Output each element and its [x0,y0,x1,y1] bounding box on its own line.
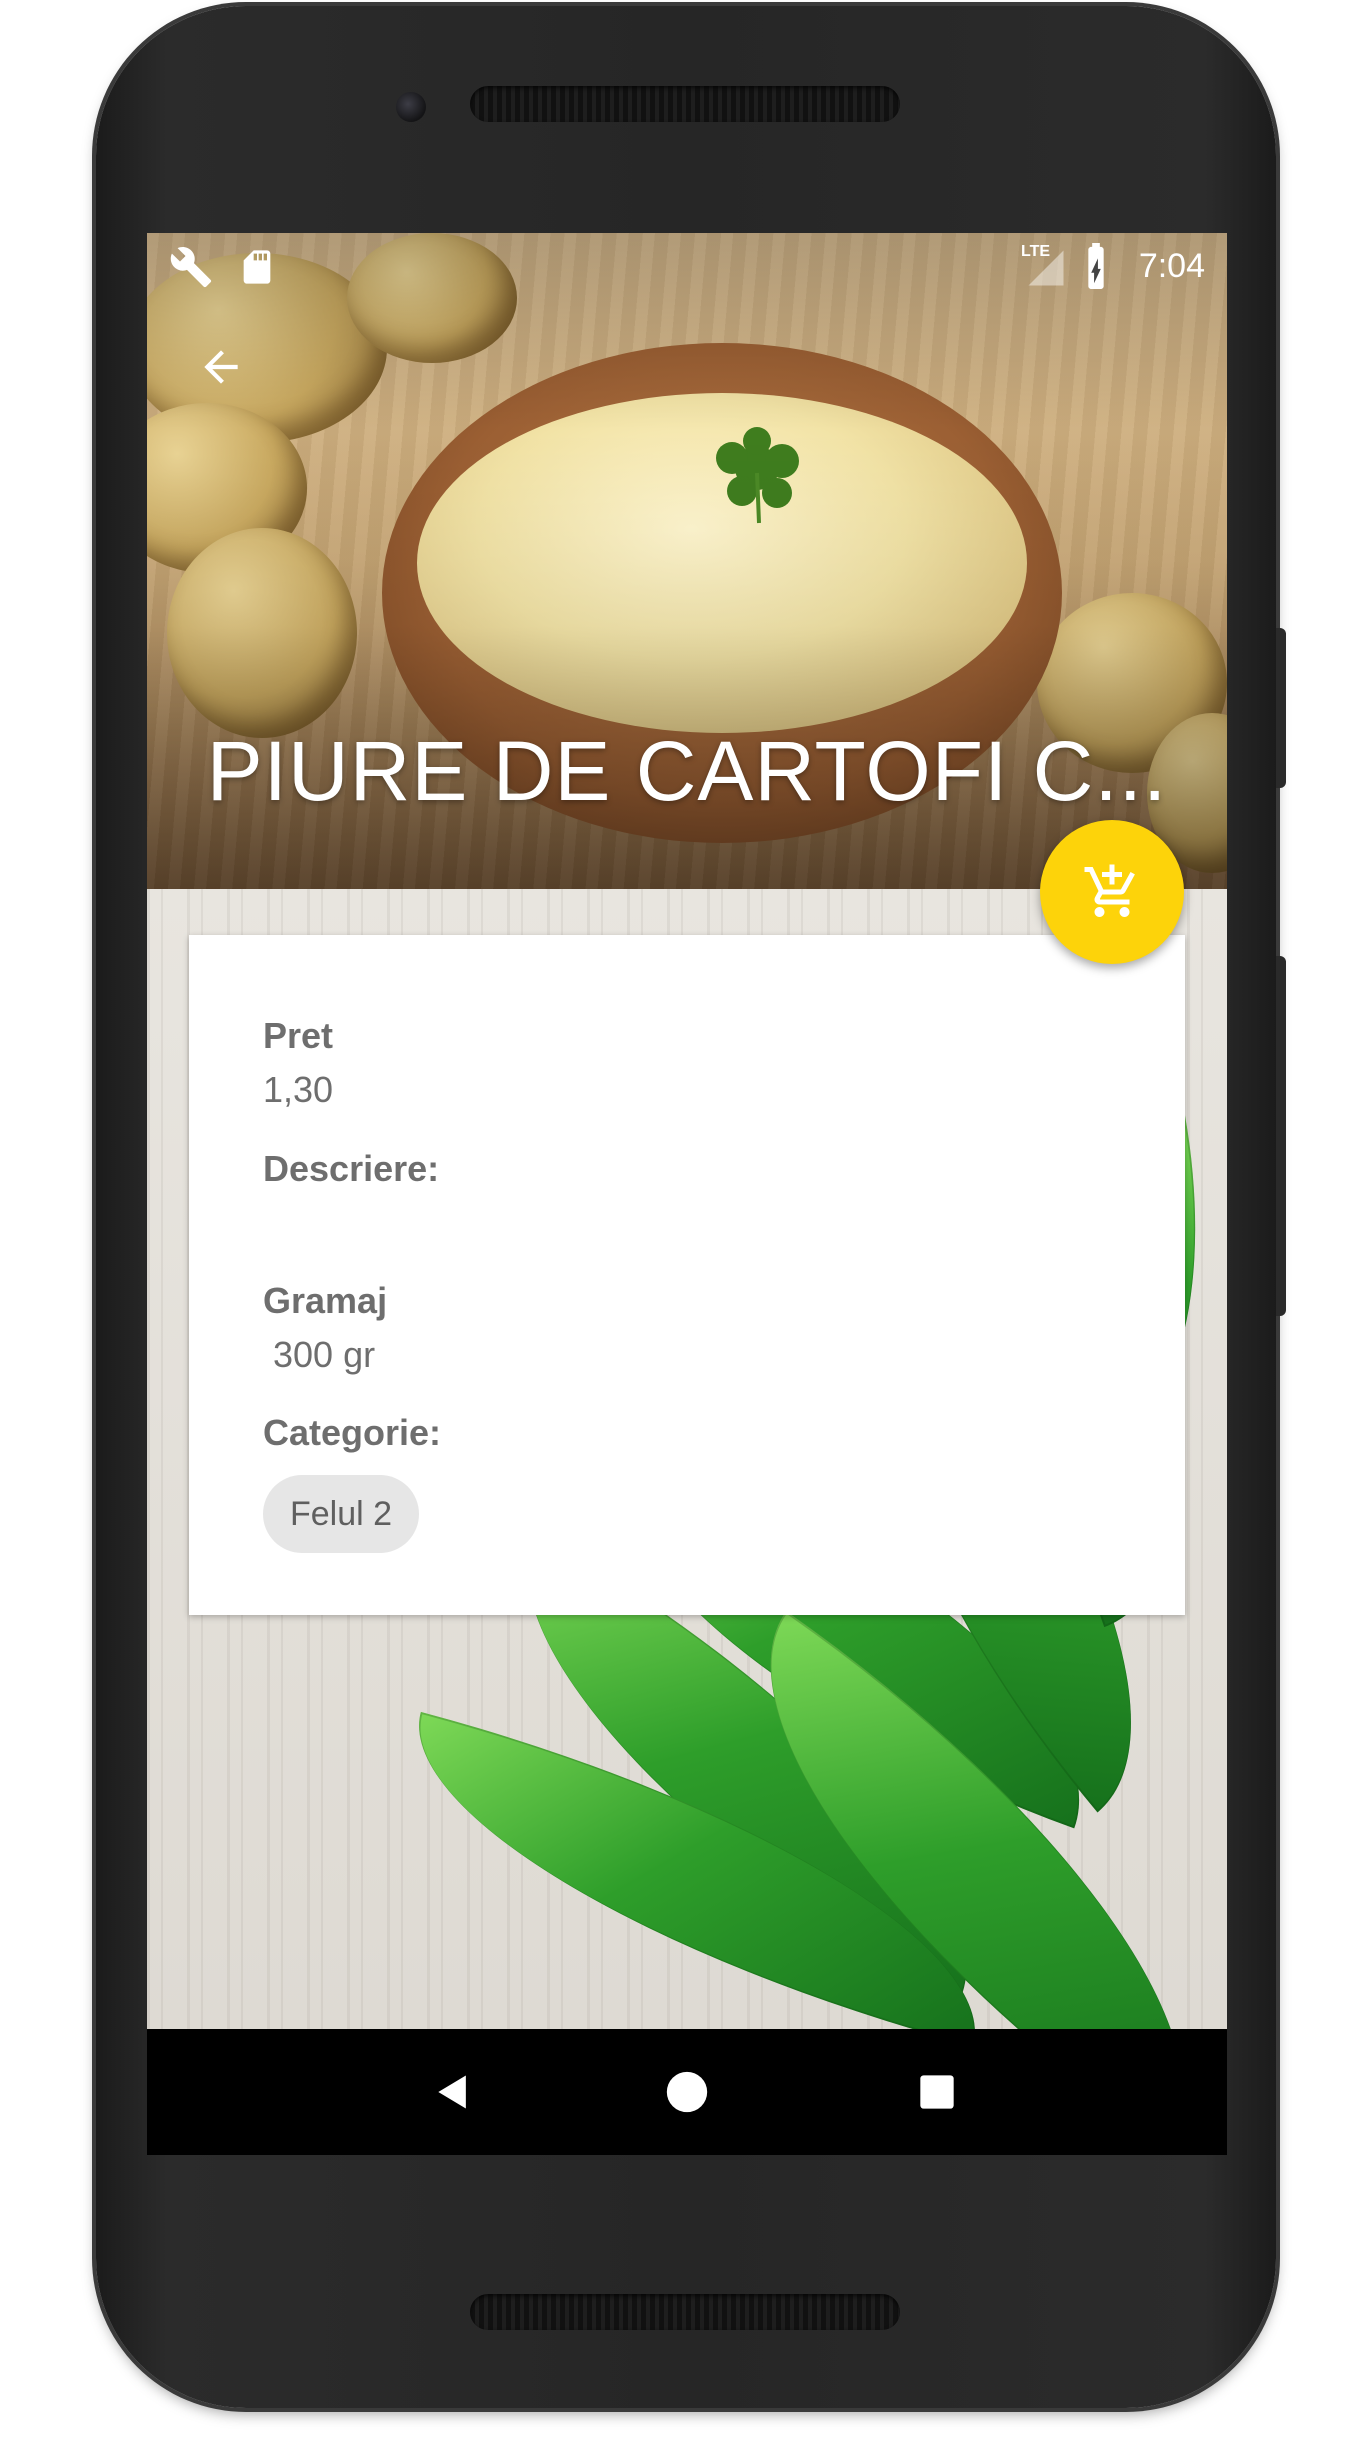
header-image: LTE 7:04 PIURE DE CARTOFI C... [147,233,1227,889]
front-camera [396,92,426,122]
nav-back-icon [438,2075,466,2109]
status-bar: LTE 7:04 [147,233,1227,297]
sd-card-icon [243,250,271,284]
signal-icon [1028,250,1064,286]
nav-recents-icon [920,2075,954,2109]
weight-label: Gramaj [263,1280,388,1321]
navigation-bar [147,2029,1227,2155]
nav-back-button[interactable] [383,2029,523,2155]
page-title: PIURE DE CARTOFI C... [206,724,1168,818]
bottom-speaker [470,2294,900,2330]
nav-home-icon [666,2071,708,2113]
nav-home-button[interactable] [617,2029,757,2155]
arrow-back-icon [204,350,238,384]
back-button[interactable] [187,333,255,401]
battery-charging-icon [1088,243,1104,289]
category-chip[interactable]: Felul 2 [263,1475,419,1553]
category-label: Categorie: [263,1412,442,1453]
add-shopping-cart-icon [1084,864,1135,917]
add-to-cart-button[interactable] [1040,820,1184,964]
details-card: Pret 1,30 Descriere: Gramaj 300 gr Categ… [189,935,1185,1615]
price-label: Pret [263,1015,334,1056]
status-time: 7:04 [1138,247,1205,285]
volume-button [1276,956,1286,1316]
weight-value: 300 gr [263,1334,376,1375]
wrench-icon [170,247,212,288]
power-button [1276,628,1286,788]
top-speaker [470,86,900,122]
app-screen: LTE 7:04 PIURE DE CARTOFI C... Pret 1,30… [147,233,1227,2155]
nav-recents-button[interactable] [867,2029,1007,2155]
price-value: 1,30 [263,1069,334,1110]
description-label: Descriere: [263,1148,440,1189]
